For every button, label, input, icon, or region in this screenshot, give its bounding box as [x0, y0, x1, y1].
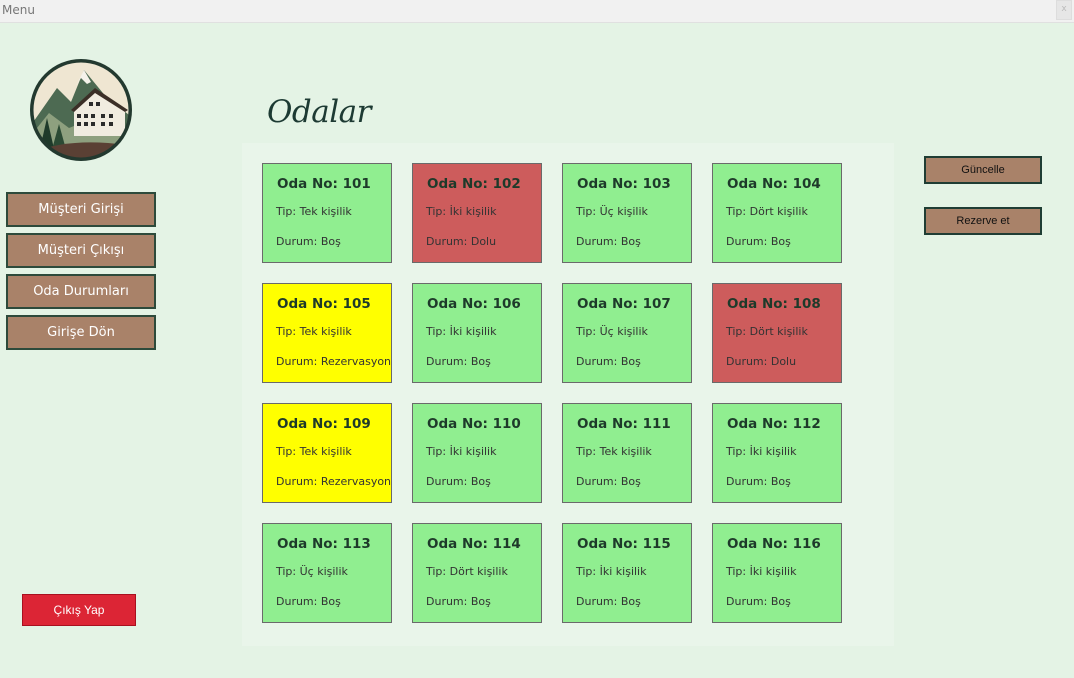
room-card[interactable]: Oda No: 116 Tip: İki kişilik Durum: Boş: [712, 523, 842, 623]
room-number: Oda No: 104: [727, 176, 821, 192]
page-title: Odalar: [267, 94, 371, 130]
room-status: Durum: Boş: [426, 475, 491, 488]
room-status: Durum: Dolu: [726, 355, 797, 368]
sidebar-item-girise-don[interactable]: Girişe Dön: [6, 315, 156, 350]
room-number: Oda No: 101: [277, 176, 371, 192]
exit-button[interactable]: Çıkış Yap: [22, 594, 136, 626]
room-type: Tip: İki kişilik: [426, 445, 497, 458]
room-type: Tip: Dört kişilik: [426, 565, 508, 578]
room-number: Oda No: 105: [277, 296, 371, 312]
room-status: Durum: Boş: [276, 235, 341, 248]
room-number: Oda No: 106: [427, 296, 521, 312]
room-type: Tip: Üç kişilik: [576, 205, 648, 218]
sidebar-item-musteri-cikisi[interactable]: Müşteri Çıkışı: [6, 233, 156, 268]
room-card[interactable]: Oda No: 109 Tip: Tek kişilik Durum: Rezerv…: [262, 403, 392, 503]
title-bar: Menu x: [0, 0, 1074, 23]
room-card[interactable]: Oda No: 115 Tip: İki kişilik Durum: Boş: [562, 523, 692, 623]
room-type: Tip: Dört kişilik: [726, 325, 808, 338]
room-card[interactable]: Oda No: 102 Tip: İki kişilik Durum: Dolu: [412, 163, 542, 263]
room-number: Oda No: 103: [577, 176, 671, 192]
room-type: Tip: İki kişilik: [426, 205, 497, 218]
room-card[interactable]: Oda No: 105 Tip: Tek kişilik Durum: Rezerv…: [262, 283, 392, 383]
room-card[interactable]: Oda No: 103 Tip: Üç kişilik Durum: Boş: [562, 163, 692, 263]
room-number: Oda No: 115: [577, 536, 671, 552]
room-number: Oda No: 110: [427, 416, 521, 432]
room-status: Durum: Boş: [426, 355, 491, 368]
room-status: Durum: Dolu: [426, 235, 497, 248]
room-type: Tip: Tek kişilik: [576, 445, 652, 458]
room-card[interactable]: Oda No: 110 Tip: İki kişilik Durum: Boş: [412, 403, 542, 503]
room-card[interactable]: Oda No: 104 Tip: Dört kişilik Durum: Boş: [712, 163, 842, 263]
room-status: Durum: Boş: [726, 475, 791, 488]
room-type: Tip: İki kişilik: [426, 325, 497, 338]
room-card[interactable]: Oda No: 113 Tip: Üç kişilik Durum: Boş: [262, 523, 392, 623]
room-number: Oda No: 111: [577, 416, 671, 432]
room-card[interactable]: Oda No: 101 Tip: Tek kişilik Durum: Boş: [262, 163, 392, 263]
hotel-logo: [29, 58, 133, 162]
room-type: Tip: İki kişilik: [726, 445, 797, 458]
update-button[interactable]: Güncelle: [924, 156, 1042, 184]
reserve-button[interactable]: Rezerve et: [924, 207, 1042, 235]
room-number: Oda No: 114: [427, 536, 521, 552]
room-type: Tip: Üç kişilik: [576, 325, 648, 338]
room-number: Oda No: 108: [727, 296, 821, 312]
room-card[interactable]: Oda No: 106 Tip: İki kişilik Durum: Boş: [412, 283, 542, 383]
room-status: Durum: Rezervasyon: [276, 355, 392, 368]
room-number: Oda No: 112: [727, 416, 821, 432]
room-status: Durum: Boş: [726, 595, 791, 608]
room-status: Durum: Boş: [426, 595, 491, 608]
room-type: Tip: Dört kişilik: [726, 205, 808, 218]
room-card[interactable]: Oda No: 108 Tip: Dört kişilik Durum: Dolu: [712, 283, 842, 383]
room-number: Oda No: 109: [277, 416, 371, 432]
close-icon[interactable]: x: [1056, 0, 1072, 20]
room-card[interactable]: Oda No: 114 Tip: Dört kişilik Durum: Boş: [412, 523, 542, 623]
room-status: Durum: Boş: [576, 355, 641, 368]
room-type: Tip: İki kişilik: [576, 565, 647, 578]
room-status: Durum: Boş: [576, 475, 641, 488]
room-status: Durum: Boş: [276, 595, 341, 608]
room-card[interactable]: Oda No: 112 Tip: İki kişilik Durum: Boş: [712, 403, 842, 503]
room-status: Durum: Rezervasyon: [276, 475, 392, 488]
sidebar-item-oda-durumlari[interactable]: Oda Durumları: [6, 274, 156, 309]
room-type: Tip: İki kişilik: [726, 565, 797, 578]
window-title: Menu: [2, 3, 35, 17]
room-status: Durum: Boş: [576, 235, 641, 248]
room-status: Durum: Boş: [726, 235, 791, 248]
room-type: Tip: Üç kişilik: [276, 565, 348, 578]
room-type: Tip: Tek kişilik: [276, 325, 352, 338]
room-number: Oda No: 102: [427, 176, 521, 192]
room-status: Durum: Boş: [576, 595, 641, 608]
room-type: Tip: Tek kişilik: [276, 445, 352, 458]
room-number: Oda No: 107: [577, 296, 671, 312]
sidebar-item-musteri-girisi[interactable]: Müşteri Girişi: [6, 192, 156, 227]
room-number: Oda No: 116: [727, 536, 821, 552]
room-card[interactable]: Oda No: 107 Tip: Üç kişilik Durum: Boş: [562, 283, 692, 383]
room-type: Tip: Tek kişilik: [276, 205, 352, 218]
room-card[interactable]: Oda No: 111 Tip: Tek kişilik Durum: Boş: [562, 403, 692, 503]
room-number: Oda No: 113: [277, 536, 371, 552]
